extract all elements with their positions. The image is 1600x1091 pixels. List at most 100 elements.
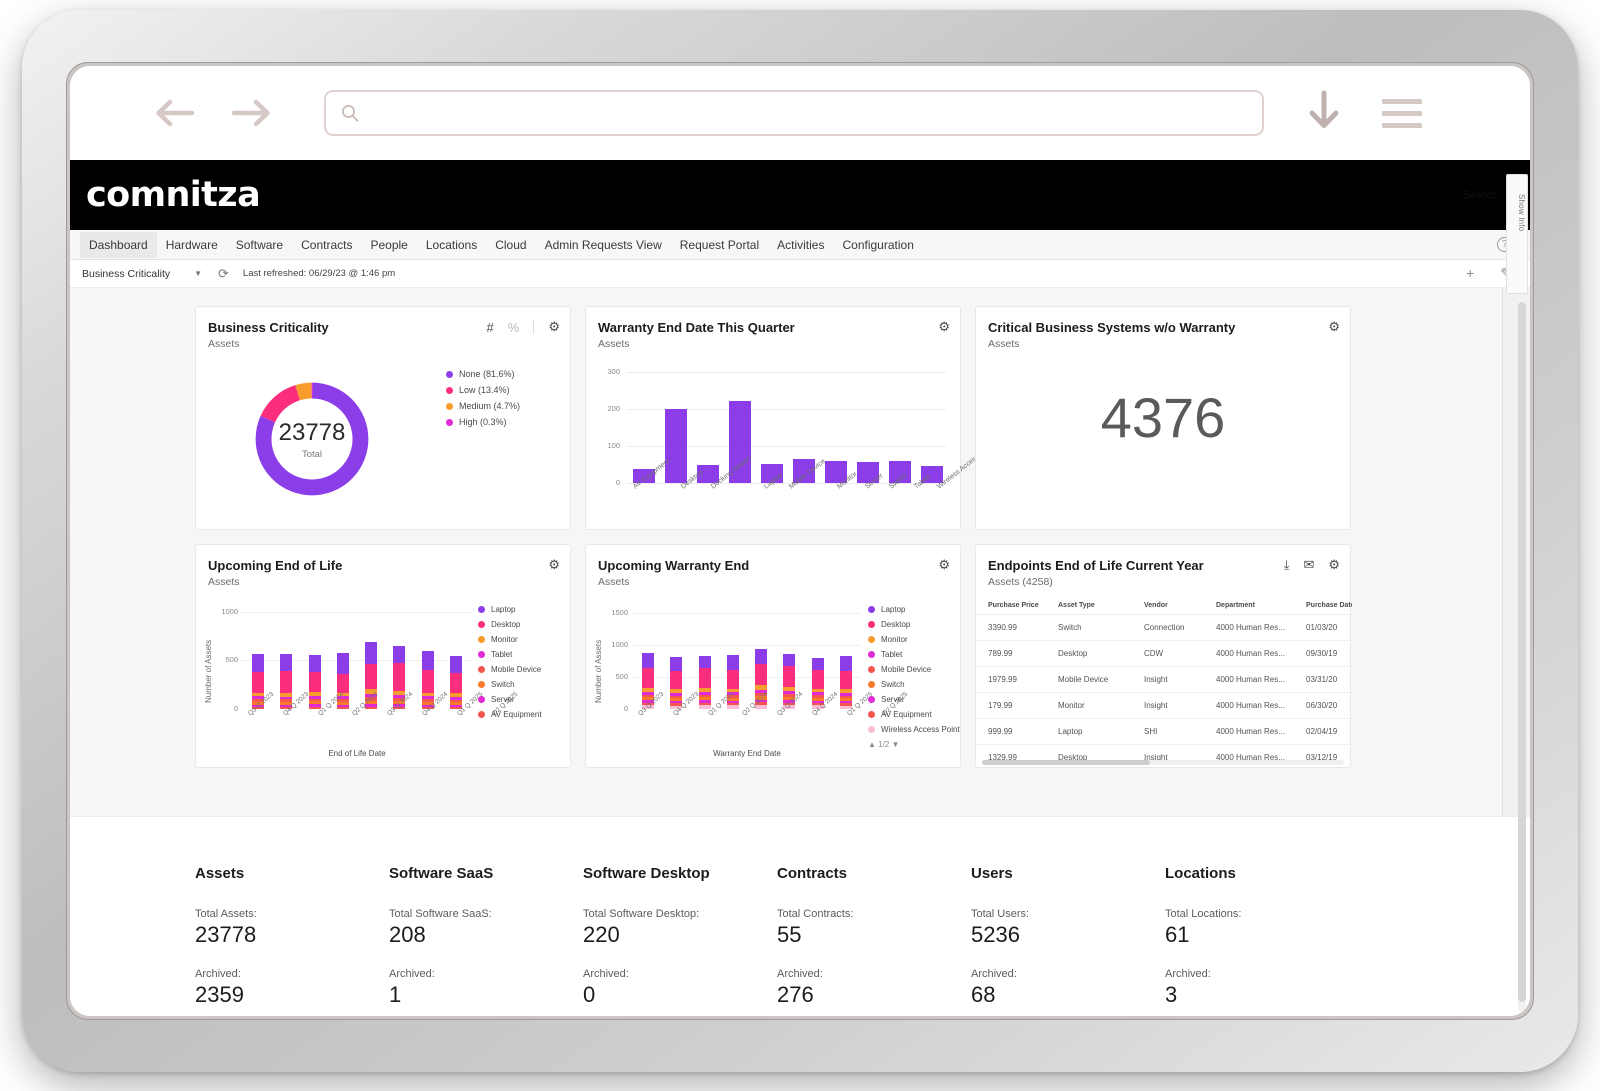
- percent-icon[interactable]: %: [508, 320, 520, 335]
- table-column-header[interactable]: Asset Type: [1058, 597, 1144, 615]
- bar-stack[interactable]: [421, 650, 434, 709]
- gear-icon[interactable]: ⚙: [938, 557, 950, 573]
- tab-admin-requests-view[interactable]: Admin Requests View: [536, 232, 671, 258]
- legend-item[interactable]: AV Equipment: [478, 710, 542, 719]
- summary-archived-value: 1: [389, 982, 402, 1007]
- bar-column: [272, 607, 300, 709]
- bar-stack[interactable]: [308, 655, 321, 709]
- table-column-header[interactable]: Department: [1216, 597, 1306, 615]
- legend-item[interactable]: Medium (4.7%): [446, 401, 520, 411]
- table-row[interactable]: 1329.99 Desktop Insight 4000 Human Res... 03…: [976, 744, 1352, 769]
- bar-stack[interactable]: [280, 654, 293, 709]
- table-row[interactable]: 789.99 Desktop CDW 4000 Human Res... 09/30/1…: [976, 640, 1352, 667]
- legend-item[interactable]: Monitor: [478, 635, 542, 644]
- legend-item[interactable]: Switch: [868, 680, 960, 689]
- tab-activities[interactable]: Activities: [768, 232, 833, 258]
- legend-item[interactable]: AV Equipment: [868, 710, 960, 719]
- table-column-header[interactable]: Purchase Price: [976, 597, 1058, 615]
- legend-item[interactable]: Tablet: [478, 650, 542, 659]
- tab-locations[interactable]: Locations: [417, 232, 486, 258]
- bar-segment: [726, 705, 739, 709]
- page-scrollbar-thumb[interactable]: [1518, 302, 1526, 1002]
- legend-item[interactable]: High (0.3%): [446, 417, 520, 427]
- browser-menu-button[interactable]: [1382, 98, 1422, 128]
- hash-icon[interactable]: #: [487, 320, 494, 335]
- tab-configuration[interactable]: Configuration: [833, 232, 922, 258]
- download-arrow-icon: [1309, 90, 1339, 128]
- table-row[interactable]: 999.99 Laptop SHI 4000 Human Res... 02/04/19: [976, 718, 1352, 745]
- legend-item[interactable]: Low (13.4%): [446, 385, 520, 395]
- legend-color-swatch: [868, 651, 875, 658]
- refresh-icon[interactable]: ⟳: [218, 266, 229, 282]
- tab-request-portal[interactable]: Request Portal: [671, 232, 768, 258]
- legend-item[interactable]: Desktop: [868, 620, 960, 629]
- summary-column: Assets Total Assets: 23778 Archived: 2359: [195, 865, 389, 1008]
- x-axis-title: Warranty End Date: [713, 749, 781, 758]
- download-button[interactable]: [1304, 88, 1344, 139]
- bar-stack[interactable]: [698, 655, 711, 709]
- legend-item[interactable]: Laptop: [868, 605, 960, 614]
- table-row[interactable]: 1979.99 Mobile Device Insight 4000 Human Re…: [976, 666, 1352, 693]
- gear-icon[interactable]: ⚙: [548, 319, 560, 335]
- envelope-icon[interactable]: ✉: [1303, 557, 1314, 573]
- legend-item[interactable]: Switch: [478, 680, 542, 689]
- legend-item[interactable]: Laptop: [478, 605, 542, 614]
- oomnitza-logo[interactable]: comnitza: [86, 175, 261, 215]
- table-cell: 4000 Human Res...: [1216, 744, 1306, 769]
- gear-icon[interactable]: ⚙: [938, 319, 950, 335]
- bar[interactable]: [665, 409, 687, 483]
- legend-label: High (0.3%): [459, 417, 507, 427]
- tab-software[interactable]: Software: [227, 232, 292, 258]
- table-row[interactable]: 179.99 Monitor Insight 4000 Human Res... 06/…: [976, 692, 1352, 719]
- legend-label: Desktop: [491, 620, 521, 629]
- bar-segment: [670, 656, 683, 672]
- x-axis-labels: AV Equipment Desktop Docking Station Laptop…: [628, 450, 985, 492]
- legend-label: Server: [881, 695, 905, 704]
- tab-contracts[interactable]: Contracts: [292, 232, 361, 258]
- table-column-header[interactable]: Vendor: [1144, 597, 1216, 615]
- legend-label: Laptop: [491, 605, 516, 614]
- address-input[interactable]: [370, 105, 1248, 121]
- tab-people[interactable]: People: [361, 232, 416, 258]
- bar-stack[interactable]: [449, 656, 462, 709]
- table-hscrollbar-thumb[interactable]: [982, 760, 1150, 765]
- dashboard-selector[interactable]: Business Criticality ▼: [82, 268, 202, 280]
- tab-cloud[interactable]: Cloud: [486, 232, 535, 258]
- bar-segment: [642, 653, 655, 669]
- legend-item[interactable]: Mobile Device: [478, 665, 542, 674]
- legend-color-swatch: [478, 636, 485, 643]
- legend-item[interactable]: Mobile Device: [868, 665, 960, 674]
- bar-segment: [365, 641, 378, 664]
- tab-dashboard[interactable]: Dashboard: [80, 231, 157, 258]
- summary-archived-label: Archived:: [195, 968, 241, 980]
- legend-item[interactable]: Server: [478, 695, 542, 704]
- gear-icon[interactable]: ⚙: [1328, 319, 1340, 335]
- legend-label: AV Equipment: [881, 710, 932, 719]
- summary-total-label: Total Locations:: [1165, 908, 1242, 920]
- legend-pager[interactable]: ▲ 1/2 ▼: [868, 740, 960, 749]
- endpoints-table-wrapper[interactable]: Purchase Price Asset Type Vendor Department…: [976, 597, 1352, 769]
- legend-item[interactable]: Desktop: [478, 620, 542, 629]
- gear-icon[interactable]: ⚙: [1328, 557, 1340, 573]
- legend-item[interactable]: Tablet: [868, 650, 960, 659]
- plus-icon[interactable]: +: [1466, 265, 1474, 282]
- bar-segment: [365, 663, 378, 690]
- table-column-header[interactable]: Purchase Date: [1306, 597, 1352, 615]
- table-row[interactable]: 3390.99 Switch Connection 4000 Human Res...…: [976, 614, 1352, 641]
- gear-icon[interactable]: ⚙: [548, 557, 560, 573]
- legend-item[interactable]: Monitor: [868, 635, 960, 644]
- show-info-tab[interactable]: [1506, 174, 1528, 294]
- summary-title: Software SaaS: [389, 865, 494, 882]
- legend-item[interactable]: Wireless Access Point: [868, 725, 960, 734]
- summary-grid: Assets Total Assets: 23778 Archived: 2359 Sof…: [195, 865, 1359, 1008]
- browser-forward-button[interactable]: [224, 85, 280, 141]
- address-bar[interactable]: [324, 90, 1264, 136]
- bar-stack[interactable]: [670, 656, 683, 709]
- tab-hardware[interactable]: Hardware: [157, 232, 227, 258]
- table-cell: Desktop: [1058, 744, 1144, 769]
- legend-item[interactable]: None (81.6%): [446, 369, 520, 379]
- legend-item[interactable]: Server: [868, 695, 960, 704]
- browser-back-button[interactable]: [146, 85, 202, 141]
- download-icon[interactable]: ⤓: [1284, 557, 1290, 573]
- bar-stack[interactable]: [839, 655, 852, 709]
